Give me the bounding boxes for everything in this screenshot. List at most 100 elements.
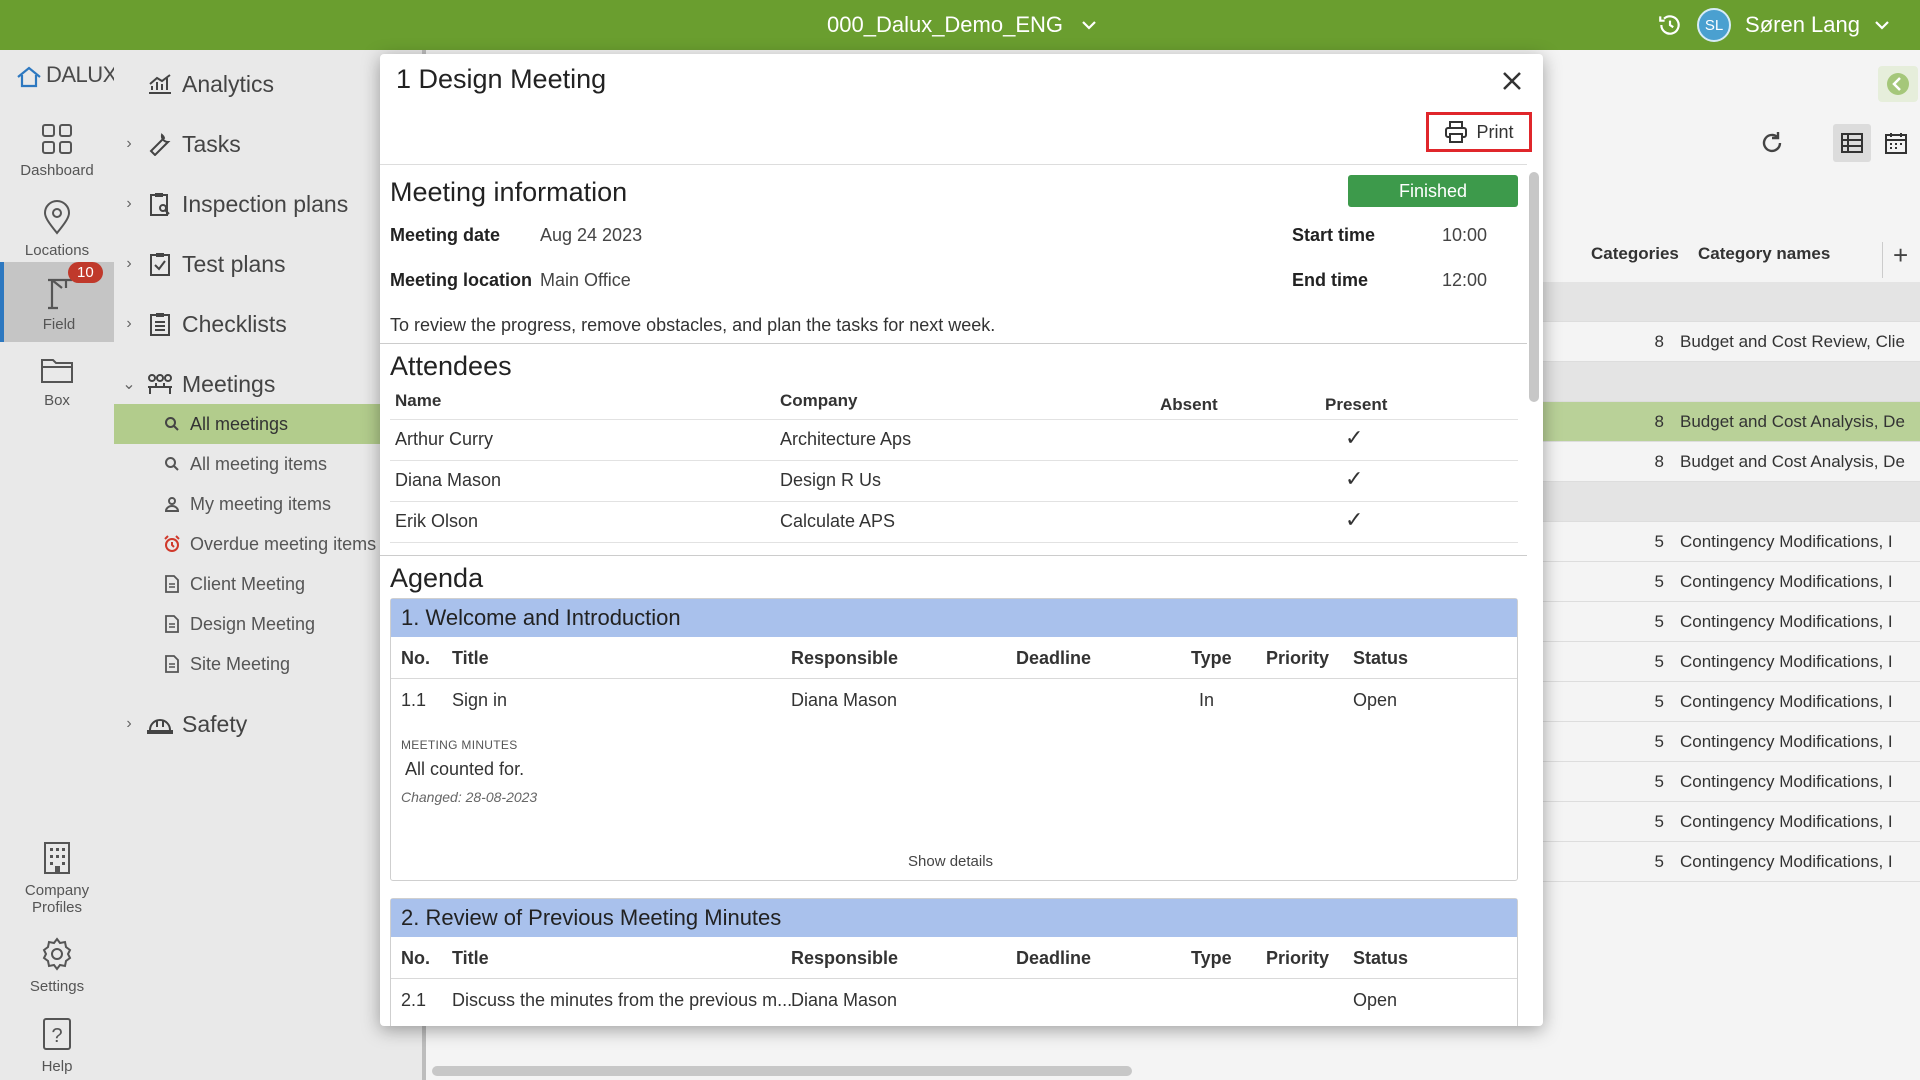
calendar-icon[interactable]: [1884, 131, 1908, 155]
column-divider: [1882, 242, 1883, 278]
table-row-selected[interactable]: 8 Budget and Cost Analysis, De: [1540, 402, 1920, 442]
print-label: Print: [1476, 121, 1514, 142]
rail-item-settings[interactable]: Settings: [0, 932, 114, 1002]
start-time-label: Start time: [1292, 225, 1376, 245]
table-row[interactable]: 5 Contingency Modifications, I: [1540, 682, 1920, 722]
print-button[interactable]: Print: [1426, 112, 1532, 152]
table-row[interactable]: 5 Contingency Modifications, I: [1540, 522, 1920, 562]
list-view-toggle[interactable]: [1833, 124, 1871, 162]
rail-item-dashboard[interactable]: Dashboard: [0, 112, 114, 190]
table-row[interactable]: 5 Contingency Modifications, I: [1540, 722, 1920, 762]
project-name: 000_Dalux_Demo_ENG: [827, 12, 1064, 37]
history-icon[interactable]: [1657, 12, 1683, 38]
rail-item-locations[interactable]: Locations: [0, 190, 114, 268]
divider: [380, 555, 1527, 556]
attendee-col-absent: Absent: [1160, 395, 1218, 414]
gear-icon: [42, 937, 72, 971]
agenda-item-row[interactable]: 2.1 Discuss the minutes from the previou…: [391, 979, 1517, 1026]
present-check-icon: ✓: [1345, 507, 1364, 532]
attendee-row: Diana Mason Design R Us ✓: [390, 461, 1518, 502]
analytics-icon: [149, 74, 171, 94]
vertical-scrollbar[interactable]: [1529, 172, 1539, 402]
table-row[interactable]: 5 Contingency Modifications, I: [1540, 602, 1920, 642]
rail-item-company-profiles[interactable]: Company Profiles: [0, 836, 114, 916]
chevron-right-icon: ›: [126, 315, 132, 332]
rail-label: Box: [44, 392, 70, 409]
close-icon[interactable]: [1501, 70, 1523, 92]
meeting-minutes-label: MEETING MINUTES: [401, 738, 518, 752]
meeting-date-value: Aug 24 2023: [540, 225, 643, 245]
logo-text: DALUX: [46, 62, 117, 87]
meeting-description: To review the progress, remove obstacles…: [390, 315, 996, 335]
agenda-column-headers: No. Title Responsible Deadline Type Prio…: [391, 637, 1517, 679]
group-row: [1540, 362, 1920, 402]
end-time-label: End time: [1292, 270, 1369, 290]
refresh-icon[interactable]: [1759, 130, 1785, 156]
avatar[interactable]: SL: [1697, 8, 1732, 42]
table-row[interactable]: 5 Contingency Modifications, I: [1540, 802, 1920, 842]
table-row[interactable]: 5 Contingency Modifications, I: [1540, 642, 1920, 682]
rail-label: Dashboard: [20, 162, 94, 179]
agenda-section: 2. Review of Previous Meeting Minutes No…: [390, 898, 1518, 1026]
table-row[interactable]: 5 Contingency Modifications, I: [1540, 842, 1920, 882]
user-name[interactable]: Søren Lang: [1745, 12, 1860, 38]
status-badge: Finished: [1348, 175, 1518, 207]
chevron-right-icon: ›: [126, 715, 132, 732]
dashboard-icon: [42, 124, 72, 154]
table-row[interactable]: 8 Budget and Cost Review, Clie: [1540, 322, 1920, 362]
agenda-section-title[interactable]: 1. Welcome and Introduction: [391, 599, 1517, 637]
top-bar: 000_Dalux_Demo_ENG SL Søren Lang: [0, 0, 1920, 50]
attendee-col-present: Present: [1325, 395, 1388, 414]
list-icon: [1841, 133, 1863, 153]
divider: [380, 343, 1527, 344]
printer-icon: [1445, 121, 1468, 143]
meeting-minutes-text: All counted for.: [405, 759, 525, 779]
end-time-value: 12:00: [1442, 270, 1488, 290]
meeting-location-label: Meeting location: [390, 270, 533, 290]
column-header-categories[interactable]: Categories: [1591, 244, 1679, 264]
house-icon: [17, 66, 41, 88]
present-check-icon: ✓: [1345, 466, 1364, 491]
collapse-panel-icon[interactable]: [1878, 66, 1918, 102]
chevron-down-icon: [1082, 21, 1096, 30]
dialog-body: Meeting information Finished Meeting dat…: [380, 164, 1527, 1026]
project-selector[interactable]: 000_Dalux_Demo_ENG: [827, 12, 1097, 38]
chevron-down-icon[interactable]: [1874, 20, 1890, 30]
help-icon: ?: [43, 1018, 71, 1050]
rail-item-box[interactable]: Box: [0, 346, 114, 424]
column-header-category-names[interactable]: Category names: [1698, 244, 1830, 264]
dalux-logo[interactable]: DALUX: [16, 62, 117, 88]
add-column-icon[interactable]: +: [1893, 240, 1908, 271]
meeting-info-heading: Meeting information: [390, 177, 628, 207]
chevron-right-icon: ›: [126, 135, 132, 152]
table-row[interactable]: 5 Contingency Modifications, I: [1540, 762, 1920, 802]
table-row[interactable]: 5 Contingency Modifications, I: [1540, 562, 1920, 602]
agenda-section: 1. Welcome and Introduction No. Title Re…: [390, 598, 1518, 881]
checklist-icon: [150, 313, 170, 336]
attendees-heading: Attendees: [390, 351, 512, 381]
agenda-item-row[interactable]: 1.1 Sign in Diana Mason In Open: [391, 679, 1517, 727]
meeting-location-value: Main Office: [540, 270, 631, 290]
rail-item-help[interactable]: ? Help: [0, 1012, 114, 1080]
search-icon: [165, 417, 179, 431]
meeting-dialog: 1 Design Meeting Print Meeting informati…: [380, 54, 1543, 1026]
horizontal-scrollbar[interactable]: [432, 1066, 1132, 1076]
svg-text:?: ?: [51, 1025, 62, 1047]
dialog-title: 1 Design Meeting: [396, 64, 607, 94]
show-details-link[interactable]: Show details: [908, 853, 993, 870]
location-pin-icon: [43, 200, 71, 235]
agenda-section-title[interactable]: 2. Review of Previous Meeting Minutes: [391, 899, 1517, 937]
folder-icon: [41, 359, 73, 383]
chevron-right-icon: ›: [126, 255, 132, 272]
table-row[interactable]: 8 Budget and Cost Analysis, De: [1540, 442, 1920, 482]
document-icon: [165, 655, 179, 673]
document-icon: [165, 575, 179, 593]
attendee-row: Arthur Curry Architecture Aps ✓: [390, 420, 1518, 461]
group-row: [1540, 282, 1920, 322]
attendee-col-name: Name: [395, 391, 442, 410]
notification-badge: 10: [68, 262, 103, 283]
rail-item-field[interactable]: 10 Field: [0, 262, 114, 342]
icon-rail: DALUX Dashboard Locations 10 Field Box C…: [0, 50, 117, 1080]
hard-hat-icon: [147, 719, 173, 734]
meeting-people-icon: [148, 374, 172, 394]
